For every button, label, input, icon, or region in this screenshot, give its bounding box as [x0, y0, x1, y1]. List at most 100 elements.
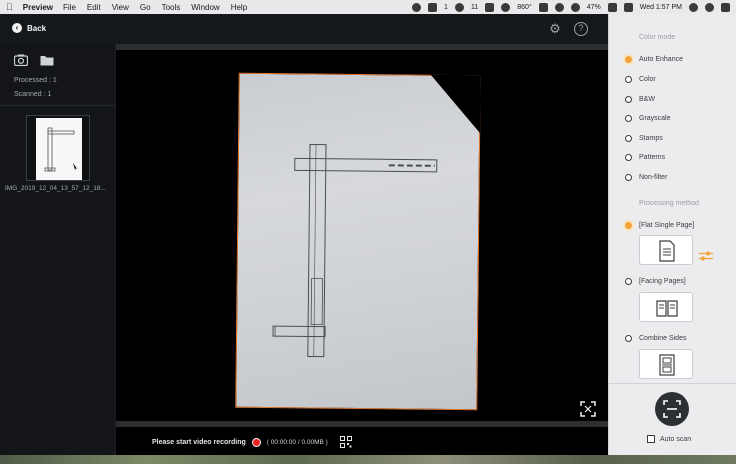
menu-file[interactable]: File — [63, 3, 76, 12]
timer-icon[interactable] — [554, 2, 564, 12]
mute-status-icon[interactable] — [501, 2, 511, 12]
scan-canvas: Please start video recording ( 00:00:00 … — [116, 44, 608, 455]
scan-button[interactable] — [655, 392, 689, 426]
facing-pages-card[interactable] — [639, 292, 693, 322]
drop-status-icon[interactable] — [454, 2, 464, 12]
page-drawing — [272, 143, 438, 358]
record-status-icon[interactable] — [412, 2, 422, 12]
radio — [625, 96, 632, 103]
option-label: Non-filter — [639, 174, 668, 181]
keyboard-flag-icon[interactable] — [623, 2, 633, 12]
option-label: Patterns — [639, 154, 666, 161]
processed-stat: Processed : 1 — [14, 77, 57, 84]
record-time: ( 00:00:00 / 0.00MB ) — [266, 438, 328, 446]
radio — [625, 154, 632, 161]
auto-scan-label: Auto scan — [660, 435, 692, 443]
option-label: Stamps — [639, 135, 663, 142]
scan-thumbnail[interactable] — [26, 115, 90, 181]
single-page-icon — [659, 240, 675, 262]
option-label: Combine Sides — [639, 335, 687, 342]
method-flat-single-page[interactable]: [Flat Single Page] — [625, 222, 694, 229]
status-area: 1 11 860° 47% Wed 1:57 PM — [412, 2, 730, 12]
sidebar-toolbar — [14, 54, 54, 66]
radio — [625, 174, 632, 181]
radio-selected — [625, 56, 632, 63]
option-label: B&W — [639, 96, 655, 103]
wifi-icon[interactable] — [570, 2, 580, 12]
color-mode-title: Color mode — [639, 34, 676, 41]
radio-selected — [625, 222, 632, 229]
menubar-clock[interactable]: Wed 1:57 PM — [640, 4, 682, 11]
canvas-top-bar — [116, 44, 608, 50]
app-menu[interactable]: Preview — [23, 3, 53, 12]
radio — [625, 135, 632, 142]
qr-code-icon[interactable] — [339, 436, 352, 448]
color-mode-patterns[interactable]: Patterns — [625, 154, 665, 161]
scanned-stat: Scanned : 1 — [14, 91, 51, 98]
menu-tools[interactable]: Tools — [162, 3, 181, 12]
menu-edit[interactable]: Edit — [87, 3, 101, 12]
color-mode-color[interactable]: Color — [625, 76, 656, 83]
thumbnail-image — [36, 118, 82, 180]
color-mode-non-filter[interactable]: Non-filter — [625, 174, 667, 181]
auto-scan-checkbox[interactable] — [647, 435, 655, 443]
menu-bar:  Preview File Edit View Go Tools Window… — [0, 0, 736, 14]
folder-icon[interactable] — [40, 54, 54, 66]
scanned-label: Scanned : — [14, 91, 46, 98]
radio — [625, 335, 632, 342]
siri-icon[interactable] — [705, 2, 714, 12]
spotlight-icon[interactable] — [689, 2, 698, 12]
fullscreen-icon[interactable] — [580, 401, 596, 417]
color-mode-stamps[interactable]: Stamps — [625, 135, 663, 142]
bluetooth-icon[interactable] — [538, 2, 548, 12]
option-label: Auto Enhance — [639, 56, 683, 63]
processing-method-title: Processing method — [639, 200, 699, 207]
menu-view[interactable]: View — [112, 3, 129, 12]
menu-help[interactable]: Help — [231, 3, 247, 12]
thumbnail-drawing — [44, 127, 78, 172]
back-label: Back — [27, 23, 47, 33]
method-facing-pages[interactable]: [Facing Pages] — [625, 278, 686, 285]
status-count-1: 1 — [444, 3, 448, 11]
notification-center-icon[interactable] — [721, 2, 730, 12]
help-icon[interactable]: ? — [574, 22, 588, 36]
thumbnail-filename: IMG_2019_12_04_13_57_12_18... — [5, 185, 106, 192]
sidebar: Processed : 1 Scanned : 1 IMG_2019_12_04… — [0, 44, 116, 455]
option-label: Color — [639, 76, 656, 83]
settings-gear-icon[interactable]: ⚙ — [548, 22, 562, 36]
battery-icon[interactable] — [607, 2, 617, 12]
network-speed: 860° — [517, 3, 532, 11]
record-button[interactable] — [251, 437, 261, 447]
menu-window[interactable]: Window — [191, 3, 219, 12]
color-mode-auto-enhance[interactable]: Auto Enhance — [625, 56, 683, 63]
desktop-wallpaper — [0, 455, 736, 464]
scanned-page-crop[interactable] — [235, 72, 481, 411]
sidebar-divider — [0, 105, 116, 106]
option-label: [Facing Pages] — [639, 278, 686, 285]
color-mode-bw[interactable]: B&W — [625, 96, 655, 103]
canvas-bottom-bar — [116, 421, 608, 427]
back-button[interactable]: ‹ Back — [12, 23, 46, 33]
adjust-sliders-icon[interactable] — [699, 251, 713, 261]
flat-single-page-card[interactable] — [639, 235, 693, 265]
apple-menu-icon[interactable]:  — [6, 2, 13, 12]
scanned-count: 1 — [47, 91, 52, 98]
camera-icon[interactable] — [14, 54, 28, 66]
processed-label: Processed : — [14, 77, 51, 84]
display-status-icon[interactable] — [428, 2, 438, 12]
combine-sides-card[interactable] — [639, 349, 693, 379]
record-label: Please start video recording — [152, 438, 246, 446]
open-book-icon — [656, 300, 678, 317]
upload-status-icon[interactable] — [485, 2, 495, 12]
recording-bar: Please start video recording ( 00:00:00 … — [152, 436, 352, 448]
option-label: [Flat Single Page] — [639, 222, 695, 229]
option-label: Grayscale — [639, 115, 671, 122]
auto-scan-toggle[interactable]: Auto scan — [647, 435, 691, 443]
top-toolbar: ‹ Back ⚙ ? — [0, 14, 608, 44]
panel-divider — [609, 383, 736, 384]
color-mode-grayscale[interactable]: Grayscale — [625, 115, 671, 122]
radio — [625, 278, 632, 285]
method-combine-sides[interactable]: Combine Sides — [625, 335, 686, 342]
processed-count: 1 — [52, 77, 57, 84]
menu-go[interactable]: Go — [140, 3, 151, 12]
